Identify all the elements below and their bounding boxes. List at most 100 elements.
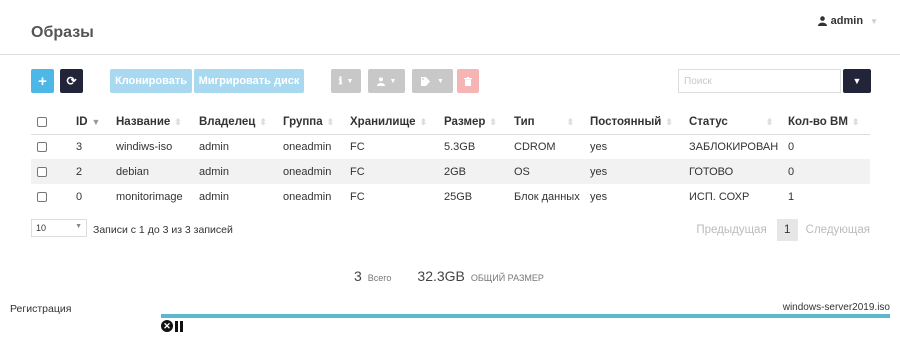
column-header-group[interactable]: Группа ⬍ — [283, 111, 350, 135]
cell-persistent: yes — [590, 159, 689, 184]
cell-vms: 0 — [788, 159, 870, 184]
owner-dropdown-button[interactable]: ▼ — [368, 69, 405, 93]
cell-name: monitorimage — [116, 190, 183, 203]
prev-page-button[interactable]: Предыдущая — [696, 224, 766, 236]
page-title: Образы — [31, 24, 94, 41]
header: Образы admin ▼ — [0, 0, 900, 55]
plus-icon: + — [38, 72, 47, 90]
cell-size: 5.3GB — [444, 140, 476, 153]
sort-icon: ⬍ — [566, 117, 575, 128]
add-button[interactable]: + — [31, 69, 54, 93]
cell-owner: admin — [199, 159, 283, 184]
cell-name: debian — [116, 159, 199, 184]
table-row[interactable]: 0 monitorimage admin oneadmin FC 25GB Бл… — [31, 184, 870, 209]
cell-group: oneadmin — [283, 159, 350, 184]
cell-datastore: FC — [350, 190, 365, 203]
cell-status: ГОТОВО — [689, 159, 788, 184]
info-dropdown-button[interactable]: ℹ ▼ — [331, 69, 361, 93]
cancel-upload-icon[interactable]: ✕ — [161, 320, 173, 332]
toolbar: + ⟳ Клонировать Мигрировать диск ℹ ▼ ▼ ▼ … — [31, 69, 871, 93]
cell-id: 3 — [76, 140, 83, 153]
cell-status: ЗАБЛОКИРОВАН — [689, 140, 779, 153]
migrate-disk-button[interactable]: Мигрировать диск — [194, 69, 304, 93]
caret-down-icon: ▼ — [852, 76, 862, 86]
delete-button[interactable] — [457, 69, 479, 93]
caret-down-icon: ▼ — [870, 16, 878, 26]
search-options-button[interactable]: ▼ — [843, 69, 871, 93]
select-all-checkbox[interactable] — [37, 117, 47, 128]
images-table: ID ▼ Название ⬍ Владелец ⬍ Группа ⬍ Хранилищ… — [31, 111, 870, 209]
user-menu[interactable]: admin ▼ — [817, 15, 878, 27]
row-checkbox[interactable] — [37, 141, 47, 152]
clone-button[interactable]: Клонировать — [110, 69, 192, 93]
sort-icon: ⬍ — [489, 117, 497, 128]
total-count-label: Всего — [367, 273, 392, 283]
cell-size: 25GB — [444, 190, 473, 203]
tags-icon — [421, 76, 431, 86]
upload-controls: ✕ — [161, 320, 183, 332]
cell-size: 2GB — [444, 159, 514, 184]
cell-vms: 0 — [788, 140, 795, 153]
column-header-vms[interactable]: Кол-во ВМ ⬍ — [788, 111, 870, 135]
table-row[interactable]: 2 debian admin oneadmin FC 2GB OS yes ГО… — [31, 159, 870, 184]
table-row[interactable]: 3 windiws-iso admin oneadmin FC 5.3GB CD… — [31, 134, 870, 159]
summary: 3 Всего 32.3GB ОБЩИЙ РАЗМЕР — [354, 268, 544, 284]
page-size-select[interactable]: 10 ▼ — [31, 219, 87, 237]
caret-down-icon: ▼ — [75, 223, 82, 230]
user-icon — [817, 16, 827, 26]
row-checkbox[interactable] — [37, 191, 47, 202]
cell-status: ИСП. СОХР — [689, 190, 750, 203]
cell-type: CDROM — [514, 140, 556, 153]
cell-vms: 1 — [788, 190, 795, 203]
caret-down-icon: ▼ — [389, 77, 397, 85]
records-info: Записи с 1 до 3 из 3 записей — [93, 224, 233, 236]
column-header-status[interactable]: Статус ⬍ — [689, 111, 788, 135]
sort-icon: ⬍ — [174, 117, 182, 128]
column-header-name[interactable]: Название ⬍ — [116, 111, 199, 135]
cell-id: 0 — [76, 190, 83, 203]
column-header-id[interactable]: ID ▼ — [76, 111, 116, 135]
sort-icon: ⬍ — [259, 117, 267, 128]
upload-progress-bar — [161, 314, 890, 318]
total-size-label: ОБЩИЙ РАЗМЕР — [470, 273, 544, 283]
pagination: Предыдущая 1 Следующая — [696, 219, 870, 241]
cell-datastore: FC — [350, 159, 444, 184]
user-name: admin — [830, 15, 864, 27]
sort-desc-icon: ▼ — [91, 117, 101, 128]
labels-dropdown-button[interactable]: ▼ — [412, 69, 453, 93]
column-header-owner[interactable]: Владелец ⬍ — [199, 111, 283, 135]
cell-persistent: yes — [590, 140, 608, 153]
refresh-button[interactable]: ⟳ — [60, 69, 83, 93]
sort-icon: ⬍ — [851, 117, 860, 128]
user-icon — [376, 76, 385, 86]
table-footer: 10 ▼ Записи с 1 до 3 из 3 записей Предыд… — [31, 219, 870, 243]
column-header-persistent[interactable]: Постоянный ⬍ — [590, 111, 689, 135]
sort-icon: ⬍ — [419, 117, 428, 128]
sort-icon: ⬍ — [326, 117, 335, 128]
pause-upload-icon[interactable] — [175, 320, 183, 332]
row-checkbox[interactable] — [37, 166, 47, 177]
total-count: 3 — [354, 268, 362, 284]
upload-label: Регистрация — [10, 303, 72, 315]
sort-icon: ⬍ — [765, 117, 774, 128]
caret-down-icon: ▼ — [346, 77, 354, 85]
cell-persistent: yes — [590, 190, 608, 203]
column-header-type[interactable]: Тип ⬍ — [514, 111, 590, 135]
cell-group: oneadmin — [283, 140, 332, 153]
total-size: 32.3GB — [417, 268, 465, 284]
current-page-button[interactable]: 1 — [776, 219, 798, 241]
column-header-size[interactable]: Размер ⬍ — [444, 111, 514, 135]
cell-owner: admin — [199, 190, 229, 203]
cell-group: oneadmin — [283, 190, 332, 203]
cell-type: OS — [514, 159, 590, 184]
cell-id: 2 — [76, 159, 116, 184]
upload-filename: windows-server2019.iso — [782, 302, 890, 313]
upload-progress-fill — [161, 314, 890, 318]
search-input[interactable] — [678, 69, 841, 93]
cell-owner: admin — [199, 140, 229, 153]
next-page-button[interactable]: Следующая — [806, 224, 870, 236]
cell-type: Блок данных — [514, 190, 580, 203]
column-header-datastore[interactable]: Хранилище ⬍ — [350, 111, 444, 135]
trash-icon — [464, 76, 472, 86]
info-icon: ℹ — [338, 75, 343, 87]
